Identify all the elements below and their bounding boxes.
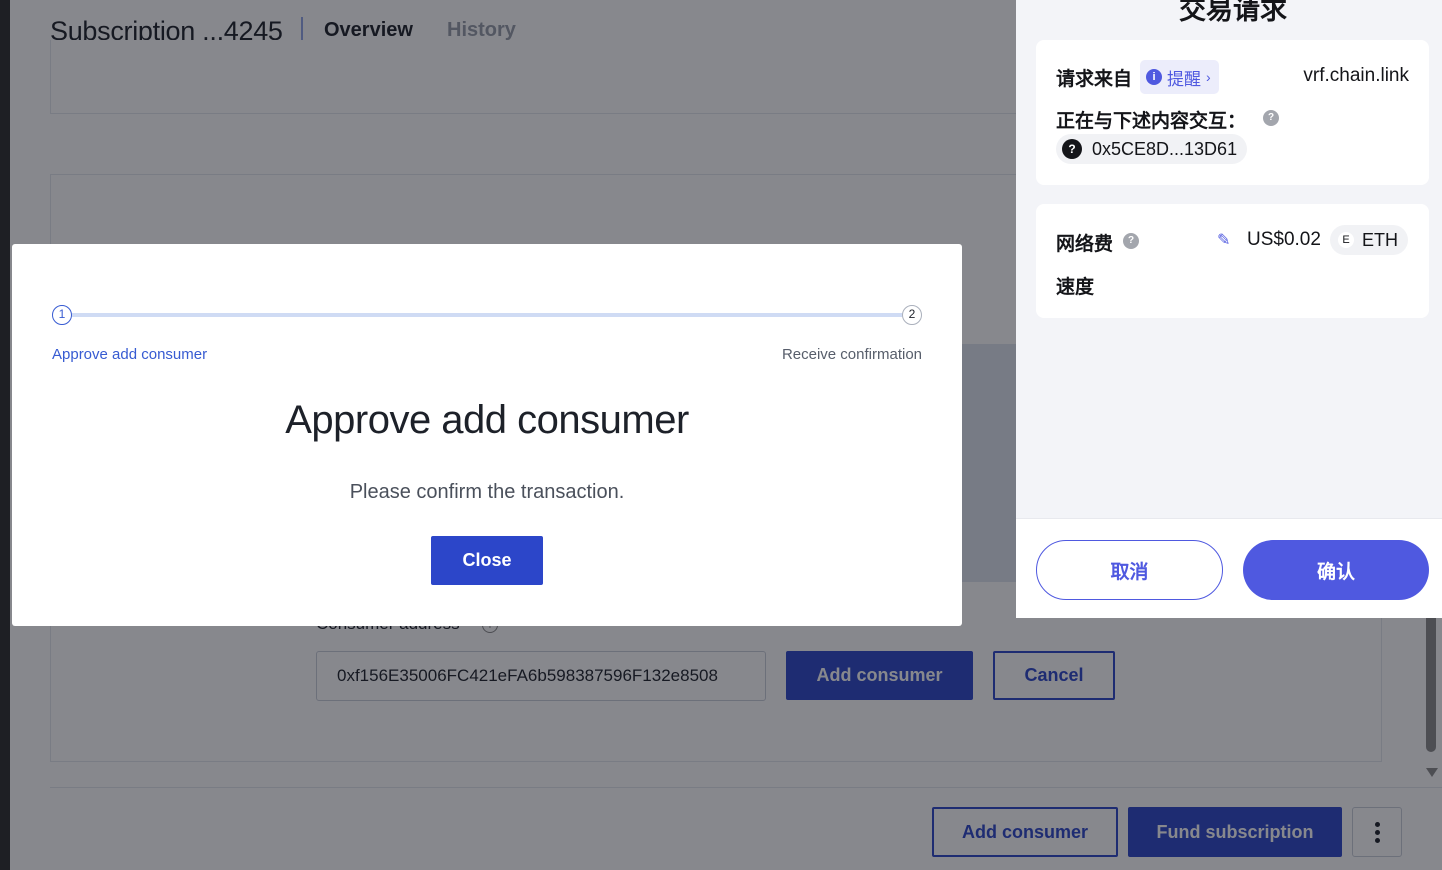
modal-title: Approve add consumer	[285, 398, 689, 442]
network-fee-card: 网络费 ? ✎ US$0.02 E ETH 速度	[1036, 204, 1429, 318]
interacting-with-label: 正在与下述内容交互：	[1056, 111, 1247, 132]
modal-description: Please confirm the transaction.	[349, 481, 625, 503]
speed-label: 速度	[1056, 277, 1095, 298]
request-origin: vrf.chain.link	[1303, 65, 1409, 86]
edit-icon[interactable]: ✎	[1217, 230, 1235, 249]
stepper-track	[72, 313, 902, 317]
wallet-title: 交易请求	[1179, 0, 1287, 25]
transaction-modal: 1 2 Approve add consumer Receive confirm…	[12, 244, 962, 626]
request-card: 请求来自 i 提醒 › vrf.chain.link 正在与下述内容交互： ? …	[1036, 40, 1429, 185]
step-1-indicator: 1	[52, 305, 72, 325]
chevron-right-icon: ›	[1206, 69, 1211, 85]
help-icon[interactable]: ?	[1123, 233, 1139, 249]
contract-address-pill[interactable]: ? 0x5CE8D...13D61	[1056, 134, 1248, 164]
wallet-cancel-button[interactable]: 取消	[1036, 540, 1223, 600]
wallet-footer: 取消 确认	[1016, 518, 1442, 618]
info-icon: i	[1146, 69, 1162, 85]
close-button[interactable]: Close	[431, 536, 543, 585]
wallet-popup: 交易请求 请求来自 i 提醒 › vrf.chain.link 正在与下述内容交…	[1016, 0, 1442, 618]
step-2-indicator: 2	[902, 305, 922, 325]
help-icon[interactable]: ?	[1263, 110, 1279, 126]
fee-value: US$0.02	[1247, 229, 1321, 250]
wallet-confirm-button[interactable]: 确认	[1243, 540, 1429, 600]
currency-label: ETH	[1362, 229, 1398, 250]
step-2-label: Receive confirmation	[781, 346, 922, 363]
ethereum-icon: E	[1338, 232, 1354, 248]
contract-address: 0x5CE8D...13D61	[1092, 138, 1238, 159]
request-from-label: 请求来自	[1056, 69, 1133, 90]
unknown-contract-icon: ?	[1062, 139, 1082, 159]
step-1-label: Approve add consumer	[52, 346, 208, 363]
network-fee-label: 网络费	[1056, 234, 1114, 255]
alert-label: 提醒	[1167, 69, 1201, 89]
alert-badge[interactable]: i 提醒 ›	[1140, 60, 1219, 94]
currency-pill: E ETH	[1330, 225, 1408, 255]
